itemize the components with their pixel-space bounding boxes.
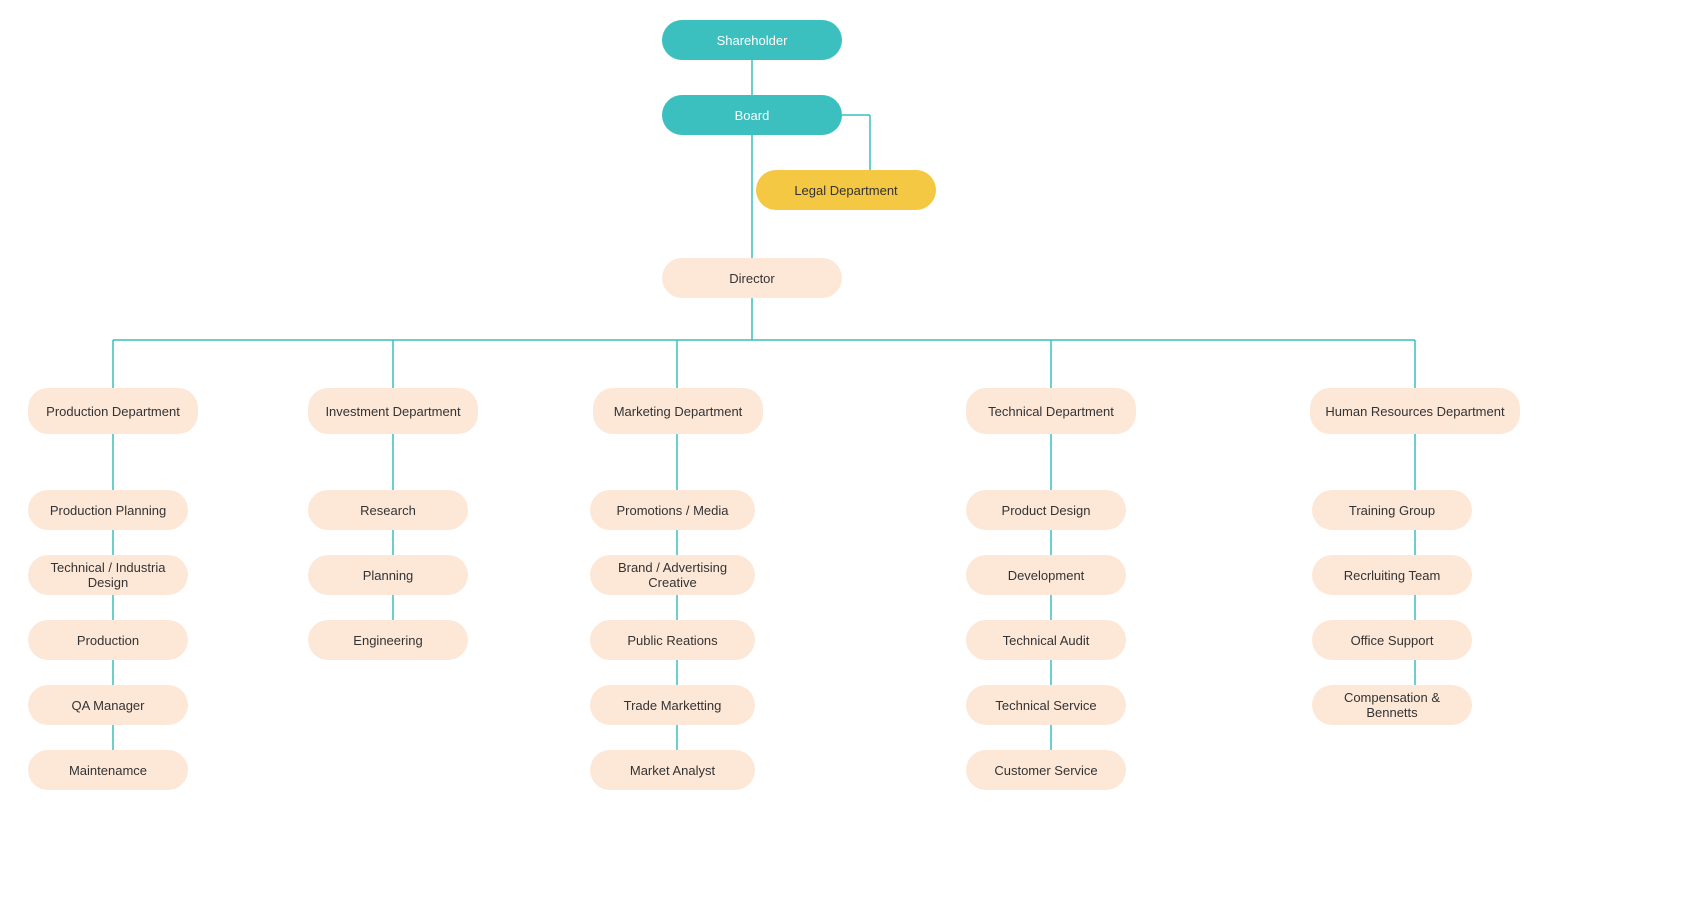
connector-lines bbox=[0, 0, 1704, 902]
node-development: Development bbox=[966, 555, 1126, 595]
node-hr_dept: Human Resources Department bbox=[1310, 388, 1520, 434]
node-tech_audit: Technical Audit bbox=[966, 620, 1126, 660]
node-legal: Legal Department bbox=[756, 170, 936, 210]
node-shareholder: Shareholder bbox=[662, 20, 842, 60]
node-training: Training Group bbox=[1312, 490, 1472, 530]
node-inv_dept: Investment Department bbox=[308, 388, 478, 434]
node-qa_manager: QA Manager bbox=[28, 685, 188, 725]
node-tech_service: Technical Service bbox=[966, 685, 1126, 725]
node-customer_svc: Customer Service bbox=[966, 750, 1126, 790]
node-trade_mkt: Trade Marketting bbox=[590, 685, 755, 725]
node-prod_planning: Production Planning bbox=[28, 490, 188, 530]
node-promo_media: Promotions / Media bbox=[590, 490, 755, 530]
node-recruiting: Recrluiting Team bbox=[1312, 555, 1472, 595]
node-engineering: Engineering bbox=[308, 620, 468, 660]
node-tech_ind: Technical / Industria Design bbox=[28, 555, 188, 595]
node-prod_dept: Production Department bbox=[28, 388, 198, 434]
node-research: Research bbox=[308, 490, 468, 530]
node-office_sup: Office Support bbox=[1312, 620, 1472, 660]
node-director: Director bbox=[662, 258, 842, 298]
node-prod_design: Product Design bbox=[966, 490, 1126, 530]
node-production: Production bbox=[28, 620, 188, 660]
node-brand_adv: Brand / Advertising Creative bbox=[590, 555, 755, 595]
node-mkt_dept: Marketing Department bbox=[593, 388, 763, 434]
org-chart: Shareholder Board Legal Department Director… bbox=[0, 0, 1704, 902]
node-market_analyst: Market Analyst bbox=[590, 750, 755, 790]
node-public_rel: Public Reations bbox=[590, 620, 755, 660]
node-board: Board bbox=[662, 95, 842, 135]
node-tech_dept: Technical Department bbox=[966, 388, 1136, 434]
node-maintenance: Maintenamce bbox=[28, 750, 188, 790]
node-planning: Planning bbox=[308, 555, 468, 595]
node-compensation: Compensation & Bennetts bbox=[1312, 685, 1472, 725]
